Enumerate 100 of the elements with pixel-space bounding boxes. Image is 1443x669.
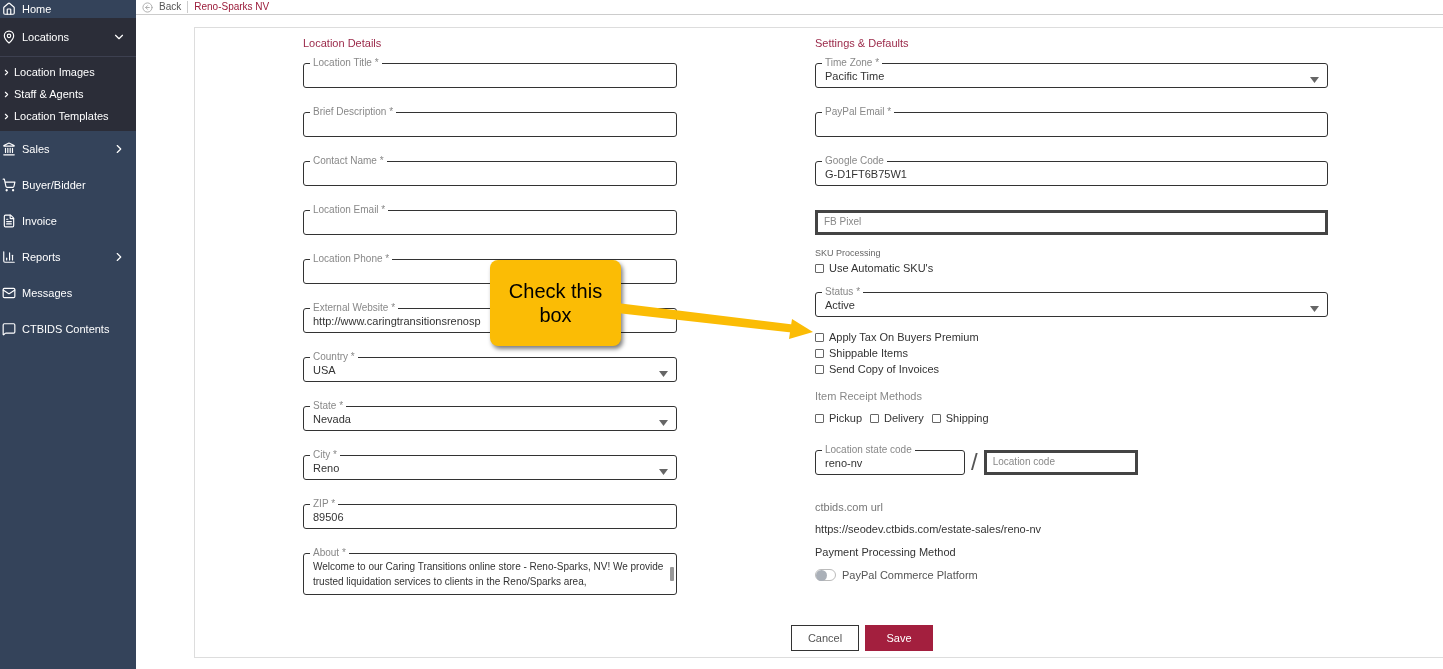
field-label: Brief Description * — [312, 106, 395, 118]
checkbox-label: Send Copy of Invoices — [829, 362, 940, 376]
checkbox[interactable] — [870, 413, 880, 423]
dropdown-caret-icon — [1310, 77, 1319, 83]
checkbox[interactable] — [815, 413, 824, 423]
submenu-label: Location Templates — [14, 108, 109, 124]
field-value: Reno — [313, 461, 340, 475]
receipt-title: Item Receipt Methods — [815, 389, 923, 403]
sidebar-label: CTBIDS Contents — [22, 321, 111, 337]
field-label: Google Code — [824, 155, 885, 167]
dropdown-caret-icon — [659, 469, 668, 475]
select-field[interactable]: State * Nevada — [303, 400, 677, 431]
sidebar-label: Sales — [22, 141, 51, 157]
cancel-button[interactable]: Cancel — [791, 625, 859, 651]
input-field[interactable]: Contact Name * — [303, 155, 677, 186]
chevron-right-icon — [2, 67, 11, 77]
input-field[interactable]: ZIP * 89506 — [303, 498, 677, 529]
field-value: http://www.caringtransitionsrenosp — [313, 314, 481, 328]
sidebar-label: Messages — [22, 285, 74, 301]
field-value: USA — [313, 363, 336, 377]
field-label: Location state code — [824, 444, 913, 456]
sidebar-item[interactable]: Locations — [0, 18, 136, 57]
section-title: Location Details — [303, 36, 383, 50]
select-field[interactable]: Time Zone * Pacific Time — [815, 57, 1328, 88]
chevron-right-icon — [2, 89, 11, 99]
checkbox-label: Delivery — [884, 411, 924, 425]
submenu-item[interactable]: Location Templates — [0, 105, 136, 127]
checkbox-label: Shippable Items — [829, 346, 908, 360]
checkbox[interactable] — [815, 263, 824, 273]
field-value: Welcome to our Caring Transitions online store - Reno-Sparks, NV! We provide trusted liquidation services to clients in the Reno/Sparks area, — [313, 560, 664, 589]
field-label: Country * — [312, 351, 356, 363]
field-label: Status * — [824, 286, 862, 298]
field-placeholder: FB Pixel — [824, 216, 862, 228]
checkbox[interactable] — [815, 364, 824, 374]
field-label: State * — [312, 400, 345, 412]
checkbox[interactable] — [931, 413, 941, 423]
field-placeholder: Location code — [992, 456, 1055, 468]
sidebar-item[interactable]: CTBIDS Contents — [0, 311, 136, 347]
sku-label: SKU Processing — [815, 247, 882, 259]
chat-icon — [2, 322, 16, 336]
submenu-item[interactable]: Staff & Agents — [0, 83, 136, 105]
toggle-label: PayPal Commerce Platform — [842, 568, 978, 582]
input-field[interactable]: Google Code G-D1FT6B75W1 — [815, 155, 1328, 186]
home-icon — [2, 2, 16, 16]
checkbox-label: Pickup — [829, 411, 863, 425]
sidebar-label: Home — [22, 1, 53, 17]
field-value: G-D1FT6B75W1 — [825, 167, 907, 181]
field-label: Location Email * — [312, 204, 387, 216]
text-area[interactable]: About * Welcome to our Caring Transitions online store - Reno-Sparks, NV! We provide trusted liquidation services to clients in the Reno/Sparks area, — [303, 547, 677, 595]
sidebar-item[interactable]: Home — [0, 0, 136, 18]
input-field[interactable]: Location code — [983, 450, 1138, 475]
breadcrumb: Reno-Sparks NV — [194, 1, 270, 13]
sidebar-item[interactable]: Invoice — [0, 203, 136, 239]
select-field[interactable]: Status * Active — [815, 286, 1328, 317]
field-label: About * — [312, 547, 347, 559]
back-link[interactable]: Back — [159, 1, 189, 13]
url-label: ctbids.com url — [815, 500, 884, 514]
field-value: Active — [825, 298, 855, 312]
field-label: External Website * — [312, 302, 397, 314]
checkbox[interactable] — [815, 332, 824, 342]
field-label: Contact Name * — [312, 155, 385, 167]
dropdown-caret-icon — [1310, 306, 1319, 312]
field-label: ZIP * — [312, 498, 337, 510]
toggle-switch[interactable] — [815, 569, 836, 581]
field-label: Location Title * — [312, 57, 380, 69]
save-button[interactable]: Save — [865, 625, 933, 651]
submenu-label: Staff & Agents — [14, 86, 84, 102]
bar-chart-icon — [2, 250, 16, 264]
payment-title: Payment Processing Method — [815, 545, 957, 559]
field-value: 89506 — [313, 510, 344, 524]
back-icon — [142, 1, 153, 13]
cart-icon — [2, 178, 16, 192]
input-field[interactable]: Location state code reno-nv — [815, 444, 965, 475]
checkbox[interactable] — [815, 348, 824, 358]
input-field[interactable]: Brief Description * — [303, 106, 677, 137]
input-field[interactable]: PayPal Email * — [815, 106, 1328, 137]
input-field[interactable]: Location Email * — [303, 204, 677, 235]
field-value: reno-nv — [825, 456, 863, 470]
sidebar-item[interactable]: Sales — [0, 131, 136, 167]
separator: / — [971, 449, 978, 475]
select-field[interactable]: Country * USA — [303, 351, 677, 382]
chevron-right-icon — [2, 111, 11, 121]
sidebar-item[interactable]: Reports — [0, 239, 136, 275]
sidebar-item[interactable]: Messages — [0, 275, 136, 311]
sidebar-label: Reports — [22, 249, 62, 265]
submenu-item[interactable]: Location Images — [0, 61, 136, 83]
checkbox-label: Use Automatic SKU's — [829, 261, 934, 275]
select-field[interactable]: City * Reno — [303, 449, 677, 480]
field-label: PayPal Email * — [824, 106, 893, 118]
input-field[interactable]: Location Title * — [303, 57, 677, 88]
scrollbar-thumb[interactable] — [670, 567, 674, 581]
document-icon — [2, 214, 16, 228]
field-label: Location Phone * — [312, 253, 391, 265]
input-field[interactable]: FB Pixel — [815, 210, 1328, 235]
url-text: https://seodev.ctbids.com/estate-sales/reno-nv — [815, 522, 1042, 536]
dropdown-caret-icon — [659, 371, 668, 377]
checkbox-label: Apply Tax On Buyers Premium — [829, 330, 979, 344]
field-label: City * — [312, 449, 338, 461]
map-pin-icon — [2, 30, 16, 44]
sidebar-item[interactable]: Buyer/Bidder — [0, 167, 136, 203]
